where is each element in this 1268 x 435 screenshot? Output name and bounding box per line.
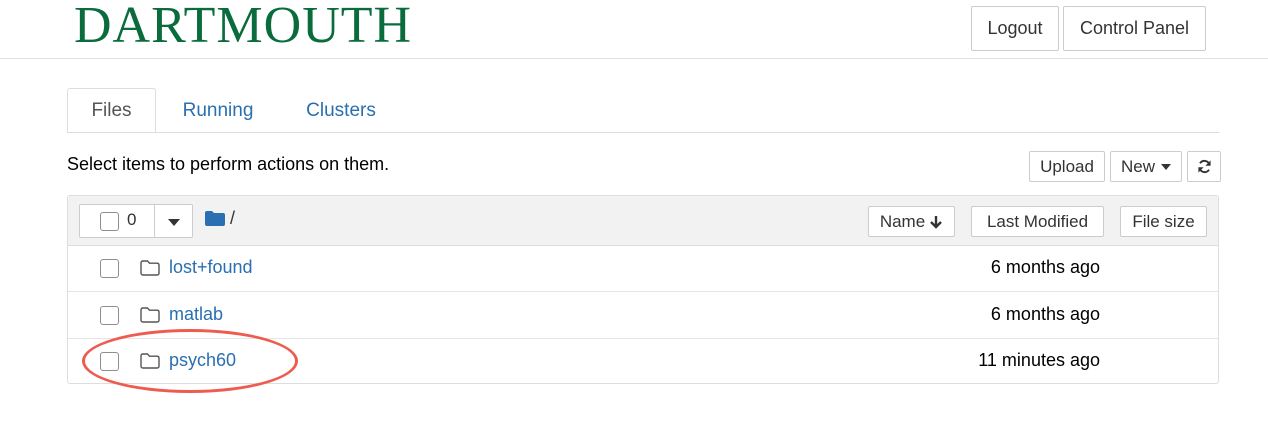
- tabs-divider: [67, 132, 1219, 133]
- sort-name-label: Name: [879, 211, 926, 231]
- new-dropdown-button[interactable]: New: [1110, 151, 1182, 182]
- select-divider: [154, 205, 155, 237]
- folder-icon: [140, 260, 160, 276]
- list-item[interactable]: lost+found 6 months ago: [68, 246, 1218, 292]
- new-label: New: [1120, 156, 1155, 176]
- tab-files[interactable]: Files: [67, 88, 156, 133]
- upload-button[interactable]: Upload: [1029, 151, 1105, 182]
- select-all-checkbox[interactable]: [100, 212, 119, 231]
- folder-icon: [140, 307, 160, 323]
- tab-clusters[interactable]: Clusters: [290, 88, 392, 133]
- select-menu-caret-icon[interactable]: [168, 219, 180, 226]
- file-list: 0 / Name Last Modified File size lost+fo…: [67, 195, 1219, 384]
- sort-by-name-button[interactable]: Name: [868, 206, 955, 237]
- last-modified: 11 minutes ago: [978, 350, 1100, 370]
- list-item[interactable]: matlab 6 months ago: [68, 293, 1218, 339]
- item-checkbox[interactable]: [100, 259, 119, 278]
- file-name-link[interactable]: lost+found: [169, 257, 253, 278]
- file-list-header: 0 / Name Last Modified File size: [68, 196, 1218, 246]
- folder-icon: [140, 353, 160, 369]
- file-name-link[interactable]: psych60: [169, 350, 236, 371]
- item-checkbox[interactable]: [100, 306, 119, 325]
- arrow-down-icon: [930, 215, 943, 229]
- dartmouth-logo[interactable]: DARTMOUTH: [74, 0, 412, 56]
- breadcrumb-path[interactable]: /: [230, 208, 235, 229]
- file-name-link[interactable]: matlab: [169, 304, 223, 325]
- sort-by-modified-button[interactable]: Last Modified: [971, 206, 1104, 237]
- instructions-text: Select items to perform actions on them.: [67, 154, 390, 174]
- selected-count: 0: [127, 210, 137, 229]
- refresh-icon: [1197, 159, 1211, 174]
- refresh-button[interactable]: [1187, 151, 1221, 182]
- last-modified: 6 months ago: [990, 257, 1100, 277]
- control-panel-button[interactable]: Control Panel: [1063, 6, 1206, 51]
- caret-down-icon: [1161, 163, 1171, 170]
- list-item[interactable]: psych60 11 minutes ago: [68, 339, 1218, 385]
- folder-icon: [205, 211, 225, 226]
- item-checkbox[interactable]: [100, 352, 119, 371]
- sort-by-size-button[interactable]: File size: [1120, 206, 1207, 237]
- header-bar: DARTMOUTH Logout Control Panel: [0, 0, 1268, 59]
- select-all-group[interactable]: 0: [79, 204, 193, 238]
- logout-button[interactable]: Logout: [971, 6, 1059, 51]
- tab-running[interactable]: Running: [166, 88, 270, 133]
- last-modified: 6 months ago: [990, 304, 1100, 324]
